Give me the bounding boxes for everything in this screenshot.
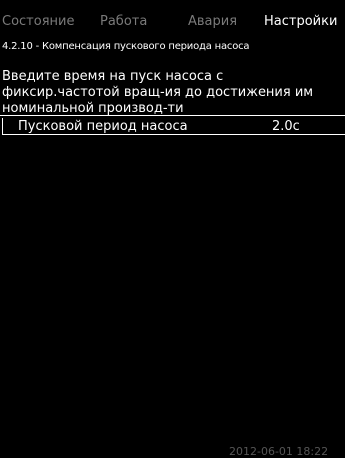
tab-settings[interactable]: Настройки	[264, 14, 337, 30]
parameter-label: Пусковой период насоса	[18, 119, 188, 134]
parameter-value[interactable]: 2.0с	[272, 119, 300, 135]
tab-status[interactable]: Состояние	[2, 14, 74, 30]
breadcrumb: 4.2.10 - Компенсация пускового периода н…	[2, 41, 250, 52]
timestamp: 2012-06-01 18:22	[229, 445, 329, 458]
tab-alarm[interactable]: Авария	[188, 14, 237, 30]
description-line-1: Введите время на пуск насоса с	[2, 69, 224, 84]
tab-bar: Состояние Работа Авария Настройки	[0, 0, 345, 40]
description-text: Введите время на пуск насоса с фиксир.ча…	[2, 69, 345, 117]
parameter-row-pump-startup-period[interactable]: Пусковой период насоса 2.0с	[0, 118, 345, 136]
description-line-2: фиксир.частотой вращ-ия до достижения им	[2, 85, 314, 100]
divider	[0, 115, 345, 116]
tab-operation[interactable]: Работа	[100, 14, 147, 30]
